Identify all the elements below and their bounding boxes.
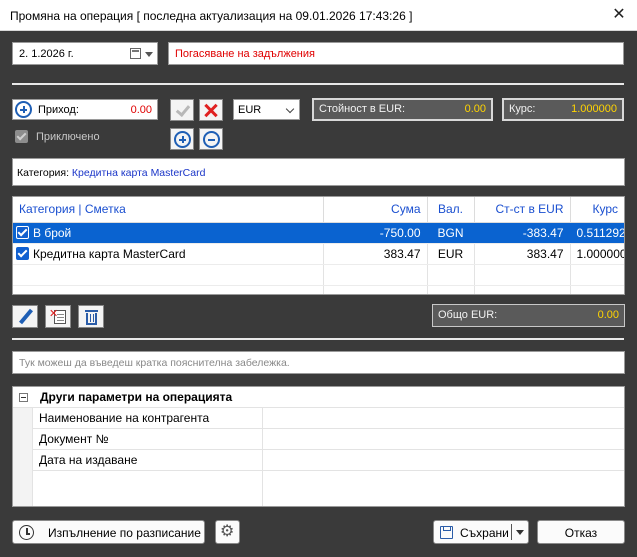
rate-label: Курс:	[509, 103, 536, 115]
divider	[12, 83, 624, 85]
total-field: Общо EUR: 0.00	[432, 304, 625, 327]
entries-table[interactable]: Категория | Сметка Сума Вал. Ст-ст в EUR…	[12, 196, 625, 295]
category-label: Категория: Кредитна карта MasterCard	[17, 167, 206, 179]
closed-checkbox[interactable]	[15, 130, 28, 143]
income-value: 0.00	[130, 104, 152, 116]
chevron-down-icon	[285, 104, 295, 114]
category-value: Кредитна карта MasterCard	[71, 167, 206, 179]
description-value: Погасяване на задължения	[175, 48, 315, 60]
add-row-button[interactable]	[170, 128, 194, 150]
cancel-button[interactable]: Отказ	[537, 520, 625, 544]
calendar-icon[interactable]	[130, 48, 141, 59]
date-value: 2. 1.2026 г.	[19, 48, 74, 60]
row-checkbox[interactable]	[16, 225, 29, 239]
column-header-amount[interactable]: Сума	[323, 197, 428, 223]
save-button[interactable]: Съхрани	[433, 520, 529, 544]
eur-value-field: Стойност в EUR: 0.00	[312, 98, 493, 121]
gear-icon: ⚙	[220, 523, 235, 540]
note-input[interactable]: Тук можеш да въведеш кратка пояснителна …	[12, 351, 625, 374]
rate-value: 1.000000	[571, 103, 617, 115]
property-row-document[interactable]: Документ №	[33, 429, 624, 450]
plus-circle-icon[interactable]	[15, 101, 32, 118]
delete-row-icon[interactable]: ✕	[45, 305, 71, 328]
column-header-category[interactable]: Категория | Сметка	[13, 197, 324, 223]
divider	[12, 338, 624, 340]
column-header-currency[interactable]: Вал.	[427, 197, 475, 223]
row-name: Кредитна карта MasterCard	[33, 246, 186, 261]
window-title: Промяна на операция [ последна актуализа…	[10, 9, 413, 23]
row-currency: BGN	[427, 222, 475, 244]
settings-button[interactable]: ⚙	[215, 520, 240, 544]
table-row-empty[interactable]	[13, 264, 624, 286]
eur-value-label: Стойност в EUR:	[319, 103, 406, 115]
save-disk-icon	[440, 526, 453, 539]
confirm-button[interactable]	[170, 99, 194, 121]
chevron-down-icon[interactable]	[145, 52, 153, 57]
row-checkbox[interactable]	[16, 246, 29, 260]
remove-row-button[interactable]	[199, 128, 223, 150]
edit-pencil-icon[interactable]	[12, 305, 38, 328]
income-field[interactable]: Приход: 0.00	[12, 99, 158, 120]
table-row[interactable]: В брой -750.00 BGN -383.47 0.511292	[13, 222, 624, 244]
title-bar: Промяна на операция [ последна актуализа…	[0, 0, 637, 31]
rate-field: Курс: 1.000000	[502, 98, 624, 121]
property-label: Наименование на контрагента	[39, 411, 210, 425]
properties-header[interactable]: Други параметри на операцията	[13, 387, 624, 408]
properties-title: Други параметри на операцията	[40, 390, 233, 404]
minus-circle-icon	[203, 131, 220, 148]
row-currency: EUR	[427, 243, 475, 265]
currency-value: EUR	[238, 104, 262, 116]
note-placeholder: Тук можеш да въведеш кратка пояснителна …	[19, 357, 290, 369]
row-amount: 383.47	[323, 243, 428, 265]
row-eur-value: 383.47	[474, 243, 571, 265]
chevron-down-icon[interactable]	[516, 530, 524, 535]
properties-grid[interactable]: Други параметри на операцията Наименован…	[12, 386, 625, 507]
cancel-row-button[interactable]	[199, 99, 223, 121]
property-row-issue-date[interactable]: Дата на издаване	[33, 450, 624, 471]
column-header-eur-value[interactable]: Ст-ст в EUR	[474, 197, 571, 223]
schedule-label: Изпълнение по разписание	[48, 526, 201, 540]
close-icon[interactable]: ✕	[607, 4, 631, 26]
total-value: 0.00	[597, 309, 619, 321]
row-name: В брой	[33, 225, 72, 240]
currency-select[interactable]: EUR	[233, 99, 300, 120]
row-eur-value: -383.47	[474, 222, 571, 244]
trash-icon[interactable]	[78, 305, 104, 328]
row-rate: 0.511292	[570, 222, 624, 244]
row-rate: 1.000000	[570, 243, 624, 265]
category-display[interactable]: Категория: Кредитна карта MasterCard	[12, 158, 625, 186]
column-header-rate[interactable]: Курс	[570, 197, 624, 223]
clock-icon	[19, 525, 34, 540]
total-label: Общо EUR:	[438, 309, 498, 321]
table-row[interactable]: Кредитна карта MasterCard 383.47 EUR 383…	[13, 243, 624, 265]
property-row-counterparty[interactable]: Наименование на контрагента	[33, 408, 624, 429]
closed-label: Приключено	[36, 131, 100, 143]
cancel-label: Отказ	[564, 526, 598, 540]
date-picker[interactable]: 2. 1.2026 г.	[12, 42, 158, 65]
description-input[interactable]: Погасяване на задължения	[168, 42, 624, 65]
property-label: Дата на издаване	[39, 453, 138, 467]
table-row-empty[interactable]	[13, 285, 624, 294]
collapse-icon[interactable]	[19, 393, 28, 402]
property-label: Документ №	[39, 432, 109, 446]
eur-value-amount: 0.00	[464, 103, 486, 115]
plus-circle-icon	[174, 131, 191, 148]
schedule-button[interactable]: Изпълнение по разписание	[12, 520, 205, 544]
income-label: Приход:	[38, 104, 79, 116]
save-label: Съхрани	[460, 526, 509, 540]
row-amount: -750.00	[323, 222, 428, 244]
